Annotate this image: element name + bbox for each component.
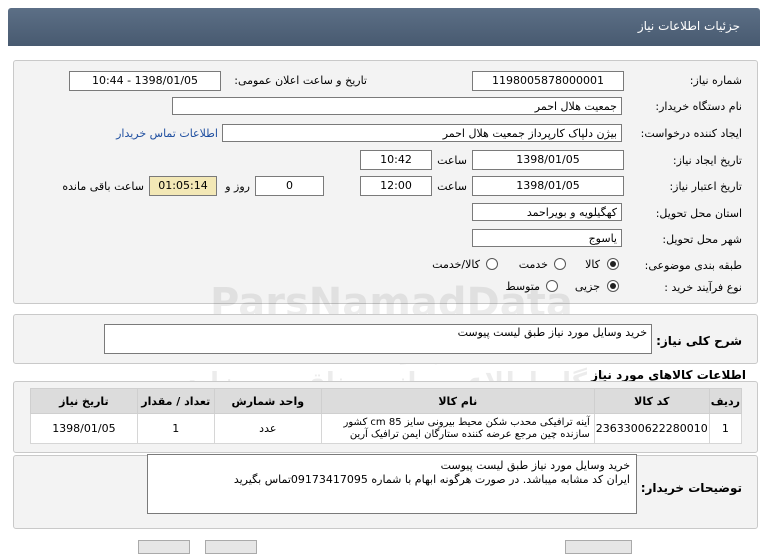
- valid-date-field: 1398/01/05: [472, 176, 624, 196]
- city-label: شهر محل تحویل:: [662, 233, 742, 246]
- col-index: ردیف: [708, 388, 743, 414]
- process-label: نوع فرآیند خرید :: [664, 281, 742, 294]
- bottom-button-mid[interactable]: [205, 540, 257, 554]
- category-radio-both[interactable]: [486, 258, 498, 270]
- process-radio-minor[interactable]: [607, 280, 619, 292]
- goods-heading: اطلاعات کالاهای مورد نیاز: [591, 368, 746, 382]
- category-both-label: کالا/خدمت: [432, 258, 480, 271]
- days-field: 0: [255, 176, 324, 196]
- bottom-button-right[interactable]: [565, 540, 632, 554]
- province-label: استان محل تحویل:: [655, 207, 742, 220]
- notes-label: توضیحات خریدار:: [640, 481, 742, 495]
- city-field: یاسوج: [472, 229, 622, 247]
- col-unit: واحد شمارش: [213, 388, 322, 414]
- cell-unit: عدد: [213, 413, 322, 444]
- created-time-label: ساعت: [437, 154, 467, 167]
- notes-line2: ایران کد مشابه میباشد. در صورت هرگونه اب…: [233, 473, 630, 486]
- buyer-field: جمعیت هلال احمر: [172, 97, 622, 115]
- creator-label: ایجاد کننده درخواست:: [640, 127, 742, 140]
- need-number-label: شماره نیاز:: [689, 74, 742, 87]
- cell-index: 1: [708, 413, 743, 444]
- created-date-field: 1398/01/05: [472, 150, 624, 170]
- summary-field: خرید وسایل مورد نیاز طبق لیست پیوست: [104, 324, 652, 354]
- contact-buyer-link[interactable]: اطلاعات تماس خریدار: [116, 127, 218, 140]
- notes-field: خرید وسایل مورد نیاز طبق لیست پیوست ایرا…: [147, 454, 637, 514]
- days-label: روز و: [225, 180, 250, 193]
- announce-field: 1398/01/05 - 10:44: [69, 71, 221, 91]
- col-code: کد کالا: [593, 388, 710, 414]
- remaining-label: ساعت باقی مانده: [62, 180, 144, 193]
- cell-qty: 1: [136, 413, 215, 444]
- goods-header-row: ردیف کد کالا نام کالا واحد شمارش تعداد /…: [30, 388, 743, 414]
- cell-name: آینه ترافیکی محدب شکن محیط بیرونی سایز 8…: [320, 413, 595, 444]
- remaining-time-field: 01:05:14: [149, 176, 217, 196]
- col-date: تاریخ نیاز: [30, 388, 138, 414]
- category-radio-goods[interactable]: [607, 258, 619, 270]
- created-date-label: تاریخ ایجاد نیاز:: [672, 154, 742, 167]
- col-name: نام کالا: [320, 388, 595, 414]
- cell-name-line1: آینه ترافیکی محدب شکن محیط بیرونی سایز 8…: [343, 416, 590, 428]
- page-title: جزئیات اطلاعات نیاز: [637, 19, 740, 33]
- category-label: طبقه بندی موضوعی:: [644, 259, 742, 272]
- process-medium-label: متوسط: [505, 280, 540, 293]
- valid-time-label: ساعت: [437, 180, 467, 193]
- table-row: 1 2363300622280010 آینه ترافیکی محدب شکن…: [30, 413, 743, 444]
- title-bar: جزئیات اطلاعات نیاز: [8, 8, 760, 46]
- process-radio-medium[interactable]: [546, 280, 558, 292]
- cell-name-line2: سازنده چین مرجع عرضه کننده ستارگان ایمن …: [349, 428, 590, 440]
- need-number-field: 1198005878000001: [472, 71, 624, 91]
- category-radio-service[interactable]: [554, 258, 566, 270]
- cell-code: 2363300622280010: [593, 413, 710, 444]
- created-time-field: 10:42: [360, 150, 432, 170]
- goods-table: ردیف کد کالا نام کالا واحد شمارش تعداد /…: [30, 388, 743, 444]
- announce-label: تاریخ و ساعت اعلان عمومی:: [234, 74, 367, 87]
- category-goods-label: کالا: [585, 258, 600, 271]
- buyer-label: نام دستگاه خریدار:: [655, 100, 742, 113]
- valid-time-field: 12:00: [360, 176, 432, 196]
- notes-line1: خرید وسایل مورد نیاز طبق لیست پیوست: [440, 459, 630, 472]
- valid-date-label: تاریخ اعتبار نیاز:: [669, 180, 742, 193]
- summary-label: شرح کلی نیاز:: [656, 334, 742, 348]
- creator-field: بیژن دلپاک کارپرداز جمعیت هلال احمر: [222, 124, 622, 142]
- process-minor-label: جزیی: [574, 280, 600, 293]
- bottom-button-left[interactable]: [138, 540, 190, 554]
- cell-date: 1398/01/05: [30, 413, 138, 444]
- province-field: کهگیلویه و بویراحمد: [472, 203, 622, 221]
- col-qty: تعداد / مقدار: [136, 388, 215, 414]
- category-service-label: خدمت: [518, 258, 548, 271]
